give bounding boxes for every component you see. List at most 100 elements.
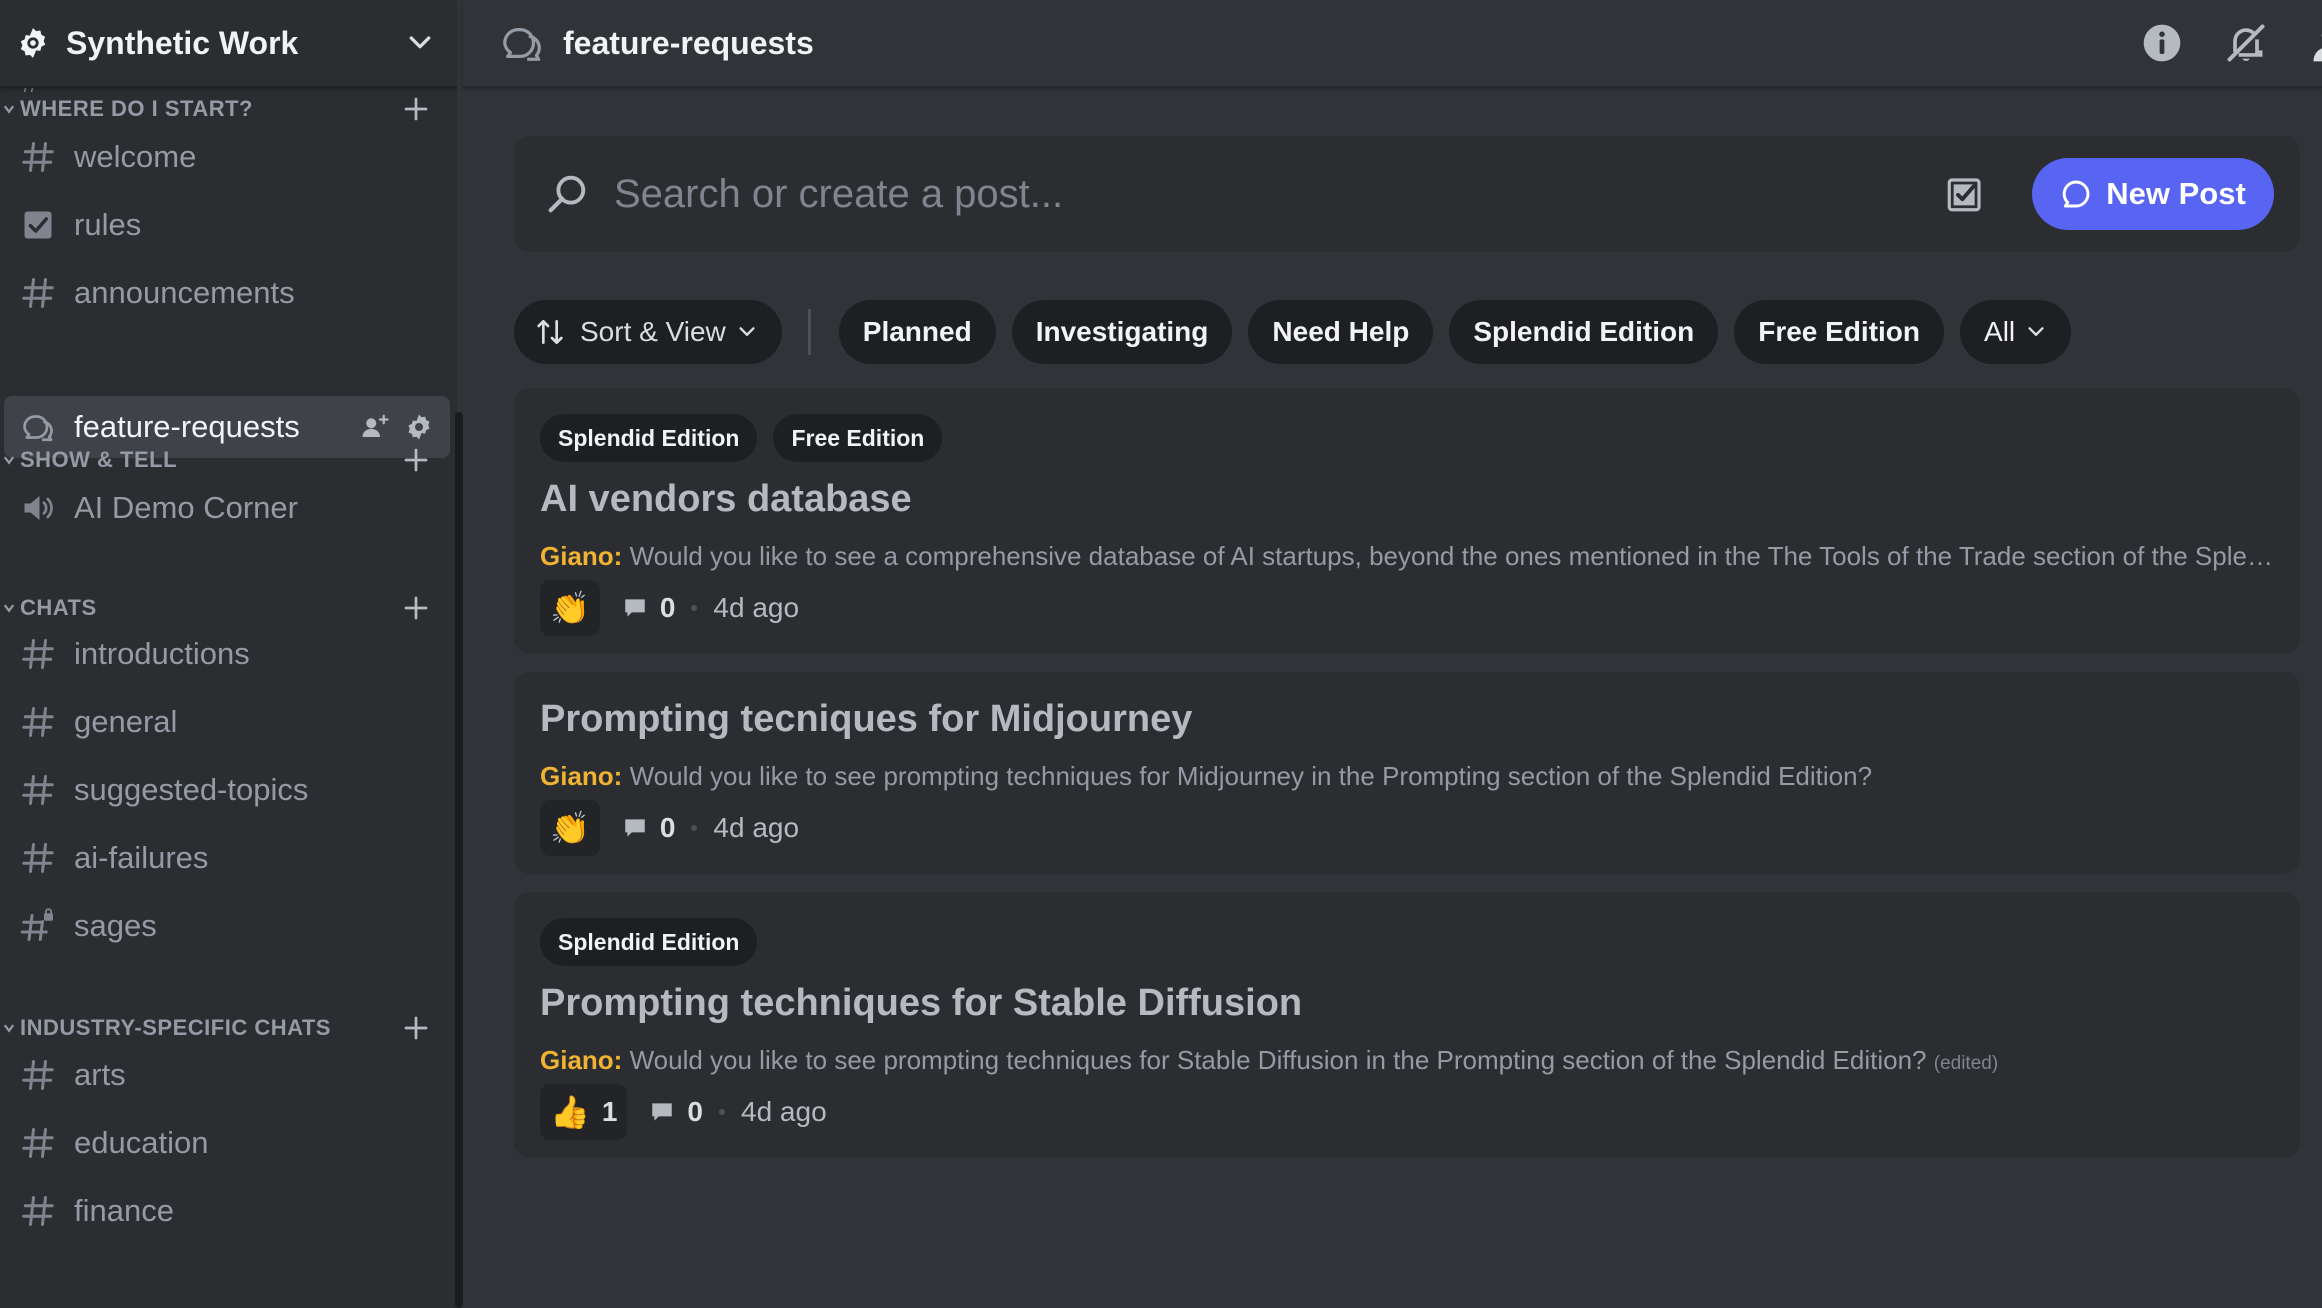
channel-sages[interactable]: sages — [4, 895, 450, 957]
post-snippet-text: Would you like to see a comprehensive da… — [629, 541, 2274, 571]
category-label: SHOW & TELL — [20, 447, 178, 472]
comment-count: 0 — [622, 812, 676, 844]
tag-filter-splendid-edition[interactable]: Splendid Edition — [1449, 300, 1719, 364]
post-tags: Splendid Edition Free Edition — [540, 414, 943, 462]
category-where-do-i-start[interactable]: WHERE DO I START? — [0, 89, 457, 129]
channel-arts[interactable]: arts — [4, 1044, 450, 1106]
all-tags-dropdown[interactable]: All — [1960, 300, 2072, 364]
channel-introductions[interactable]: introductions — [4, 623, 450, 685]
post-meta: 👏 0 4d ago — [540, 800, 799, 856]
chat-bubble-icon — [2062, 180, 2090, 208]
info-icon[interactable] — [2140, 21, 2184, 65]
tag-filter-planned[interactable]: Planned — [838, 300, 996, 364]
channel-suggested-topics[interactable]: suggested-topics — [4, 759, 450, 821]
edited-label: (edited) — [1933, 1053, 1999, 1074]
comment-icon — [652, 1103, 673, 1121]
caret-down-icon — [3, 604, 15, 613]
server-name: Synthetic Work — [66, 24, 299, 61]
category-label: CHATS — [20, 595, 97, 620]
channel-label: general — [74, 704, 178, 739]
post-tags: Splendid Edition — [540, 918, 758, 966]
hashtag-icon — [22, 639, 54, 669]
tag-filter-free-edition[interactable]: Free Edition — [1734, 300, 1945, 364]
post-author: Giano: — [540, 1045, 623, 1075]
filter-divider — [807, 309, 811, 355]
channel-label: announcements — [74, 275, 295, 310]
forum-icon — [503, 27, 541, 61]
channel-label: rules — [74, 207, 142, 242]
channel-ai-demo-corner[interactable]: AI Demo Corner — [4, 477, 450, 539]
sort-label: Sort & View — [580, 316, 726, 347]
tag-filter-investigating[interactable]: Investigating — [1011, 300, 1233, 364]
comment-count: 0 — [649, 1096, 703, 1128]
meta-separator — [691, 825, 698, 831]
post-title: Prompting tecniques for Midjourney — [540, 698, 1193, 740]
channel-sidebar: Synthetic Work # WHERE DO I START? welco… — [0, 0, 457, 1308]
forum-search-bar: New Post — [514, 136, 2300, 252]
caret-down-icon — [3, 105, 15, 114]
add-channel-icon[interactable] — [401, 445, 431, 475]
channel-header: feature-requests — [463, 0, 2322, 88]
tag-filter-need-help[interactable]: Need Help — [1248, 300, 1434, 364]
channel-general[interactable]: general — [4, 691, 450, 753]
post-card[interactable]: Prompting tecniques for Midjourney Giano… — [514, 672, 2300, 874]
caret-down-icon — [3, 456, 15, 465]
speaker-icon — [24, 496, 53, 520]
post-author: Giano: — [540, 761, 623, 791]
checkbox-icon — [24, 211, 52, 239]
member-list-icon[interactable] — [2308, 21, 2322, 65]
new-post-button[interactable]: New Post — [2032, 158, 2274, 230]
post-author: Giano: — [540, 541, 623, 571]
server-badge-icon — [20, 28, 46, 58]
notifications-muted-icon[interactable] — [2224, 21, 2268, 65]
channel-title: feature-requests — [563, 24, 814, 61]
search-input[interactable] — [614, 171, 1944, 217]
hashtag-icon — [22, 142, 54, 172]
channel-label: finance — [74, 1193, 174, 1228]
post-card[interactable]: Splendid Edition Prompting techniques fo… — [514, 892, 2300, 1158]
meta-separator — [691, 605, 698, 611]
reaction-button[interactable]: 👍 1 — [540, 1084, 628, 1140]
chevron-down-icon[interactable] — [405, 28, 435, 58]
channel-list: # WHERE DO I START? welcome rules announ… — [0, 66, 457, 1308]
channel-finance[interactable]: finance — [4, 1180, 450, 1242]
post-tag: Splendid Edition — [540, 918, 758, 966]
sort-and-view-button[interactable]: Sort & View — [514, 300, 782, 364]
search-icon — [548, 175, 586, 213]
channel-ai-failures[interactable]: ai-failures — [4, 827, 450, 889]
comment-count-value: 0 — [687, 1096, 703, 1127]
comment-count-value: 0 — [659, 812, 676, 843]
post-timestamp: 4d ago — [741, 1096, 827, 1127]
channel-actions — [360, 412, 434, 442]
checklist-icon[interactable] — [1944, 173, 1986, 215]
server-header[interactable]: Synthetic Work — [0, 0, 457, 88]
clapping-hands-emoji-icon: 👏 — [550, 810, 590, 846]
channel-label: education — [74, 1125, 209, 1160]
sidebar-scrollbar[interactable] — [455, 412, 463, 1308]
reaction-button[interactable]: 👏 — [540, 800, 600, 856]
invite-member-icon[interactable] — [360, 412, 390, 442]
post-timestamp: 4d ago — [713, 812, 800, 843]
reaction-button[interactable]: 👏 — [540, 580, 600, 636]
channel-education[interactable]: education — [4, 1112, 450, 1174]
add-channel-icon[interactable] — [401, 94, 431, 124]
add-channel-icon[interactable] — [401, 593, 431, 623]
category-show-and-tell[interactable]: SHOW & TELL — [0, 440, 457, 480]
add-channel-icon[interactable] — [401, 1013, 431, 1043]
category-label: WHERE DO I START? — [20, 96, 253, 121]
category-chats[interactable]: CHATS — [0, 588, 457, 628]
channel-announcements[interactable]: announcements — [4, 262, 450, 324]
post-card[interactable]: Splendid Edition Free Edition AI vendors… — [514, 388, 2300, 654]
meta-separator — [719, 1109, 725, 1115]
chevron-down-icon — [2028, 327, 2044, 336]
hashtag-icon — [22, 707, 54, 737]
settings-gear-icon[interactable] — [404, 412, 434, 442]
all-tags-label: All — [1984, 316, 2016, 347]
channel-welcome[interactable]: welcome — [4, 126, 450, 188]
post-snippet-text: Would you like to see prompting techniqu… — [629, 1045, 1927, 1075]
category-industry-specific-chats[interactable]: INDUSTRY-SPECIFIC CHATS — [0, 1008, 457, 1048]
locked-hashtag-icon — [20, 908, 53, 941]
post-meta: 👏 0 4d ago — [540, 580, 799, 636]
channel-rules[interactable]: rules — [4, 194, 450, 256]
channel-label: arts — [74, 1057, 126, 1092]
